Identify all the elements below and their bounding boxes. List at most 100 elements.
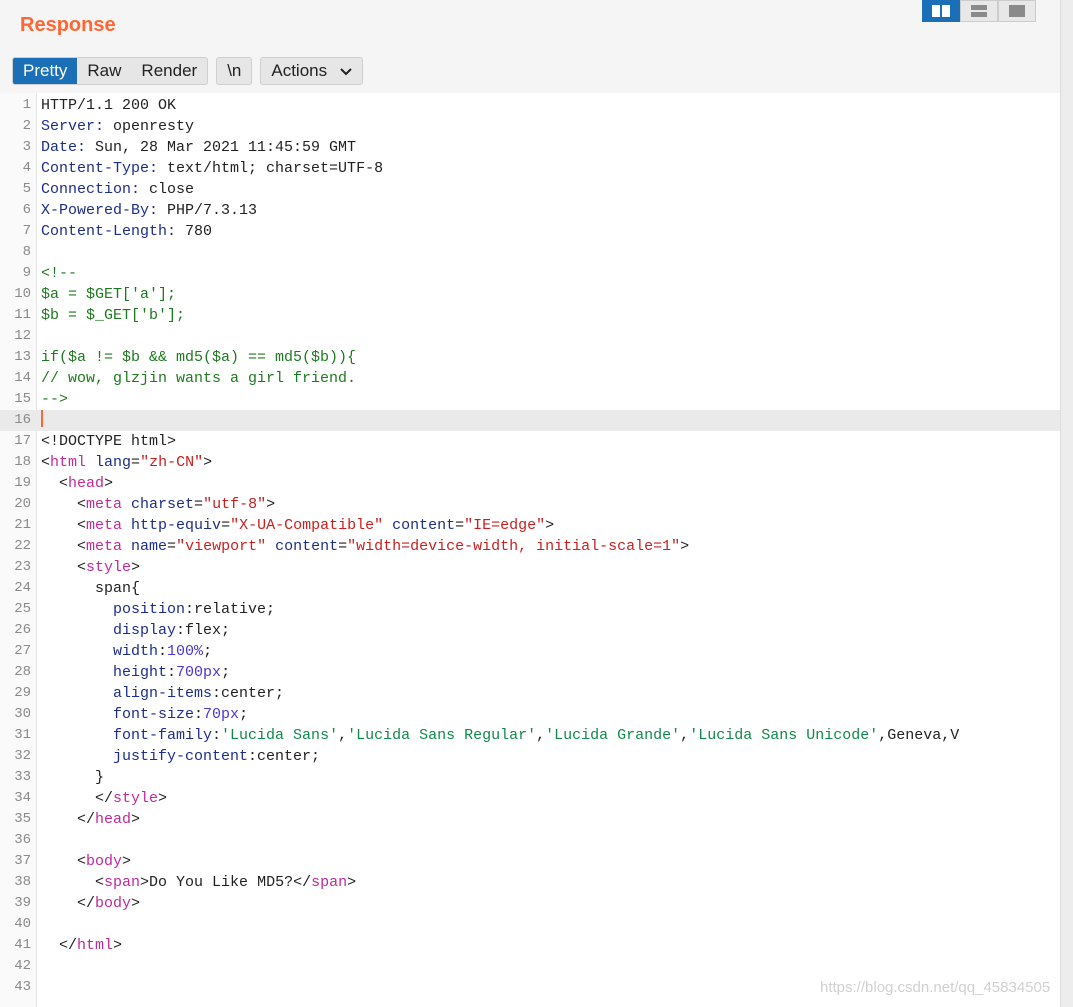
code-token: 780 [176,223,213,240]
code-line[interactable]: 14 // wow, glzjin wants a girl friend. [0,368,1060,389]
code-line[interactable]: 18 <html lang="zh-CN"> [0,452,1060,473]
code-line[interactable]: 28 height:700px; [0,662,1060,683]
code-line[interactable]: 42 [0,956,1060,977]
tab-raw[interactable]: Raw [77,58,131,84]
actions-dropdown[interactable]: Actions [261,58,361,84]
code-line[interactable]: 41 </html> [0,935,1060,956]
code-line[interactable]: 29 align-items:center; [0,683,1060,704]
code-line[interactable]: 1 HTTP/1.1 200 OK [0,95,1060,116]
view-tabs: Pretty Raw Render \n Actions [12,57,371,85]
code-line[interactable]: 6 X-Powered-By: PHP/7.3.13 [0,200,1060,221]
line-number: 11 [14,307,31,323]
code-line[interactable]: 24 span{ [0,578,1060,599]
newline-toggle-button[interactable]: \n [217,58,251,84]
code-token: :center; [212,685,285,702]
code-line[interactable]: 16 [0,410,1060,431]
code-token: height [41,664,168,681]
code-token: > [545,517,555,534]
code-line[interactable]: 21 <meta http-equiv="X-UA-Compatible" co… [0,515,1060,536]
code-line[interactable]: 19 <head> [0,473,1060,494]
line-number: 22 [14,538,31,554]
code-line[interactable]: 5 Connection: close [0,179,1060,200]
code-token: font-family [41,727,213,744]
layout-rows-button[interactable] [960,0,998,22]
line-number: 23 [14,559,31,575]
line-number: 30 [14,706,31,722]
code-line[interactable]: 39 </body> [0,893,1060,914]
response-editor[interactable]: 1 HTTP/1.1 200 OK 2 Server: openresty 3 Date:… [0,93,1060,1007]
code-token: < [41,559,87,576]
code-token: lang [86,454,132,471]
code-token: = [455,517,465,534]
code-token: charset [122,496,195,513]
tab-render[interactable]: Render [131,58,207,84]
code-line[interactable]: 9 <!-- [0,263,1060,284]
code-line[interactable]: 33 } [0,767,1060,788]
code-line[interactable]: 23 <style> [0,557,1060,578]
code-token: Connection: [41,181,141,198]
line-number: 1 [22,97,31,113]
code-line[interactable]: 7 Content-Length: 780 [0,221,1060,242]
code-line[interactable]: 4 Content-Type: text/html; charset=UTF-8 [0,158,1060,179]
code-line[interactable]: 20 <meta charset="utf-8"> [0,494,1060,515]
code-token: 700px [176,664,222,681]
code-line[interactable]: 35 </head> [0,809,1060,830]
code-token: 'Lucida Sans Unicode' [689,727,879,744]
code-token: = [338,538,348,555]
layout-columns-button[interactable] [922,0,960,22]
code-line[interactable]: 13 if($a != $b && md5($a) == md5($b)){ [0,347,1060,368]
line-number: 40 [14,916,31,932]
panel-title: Response [20,14,116,36]
code-token: "IE=edge" [464,517,546,534]
code-line[interactable]: 38 <span>Do You Like MD5?</span> [0,872,1060,893]
layout-switcher [922,0,1036,22]
code-token: Sun, 28 Mar 2021 11:45:59 GMT [86,139,357,156]
code-token: < [41,517,87,534]
line-number: 14 [14,370,31,386]
code-token: = [131,454,141,471]
code-line[interactable]: 8 [0,242,1060,263]
code-line[interactable]: 32 justify-content:center; [0,746,1060,767]
line-number: 20 [14,496,31,512]
code-token: </ [293,874,312,891]
code-text: <span>Do You Like MD5?</span> [41,872,1060,893]
line-number: 16 [14,412,31,428]
code-line[interactable]: 17 <!DOCTYPE html> [0,431,1060,452]
line-number: 36 [14,832,31,848]
code-line[interactable]: 22 <meta name="viewport" content="width=… [0,536,1060,557]
code-token: < [41,538,87,555]
vertical-scrollbar[interactable] [1060,0,1073,1007]
code-line[interactable]: 27 width:100%; [0,641,1060,662]
code-line[interactable]: 36 [0,830,1060,851]
response-header: Response Pretty Raw Render \n Actions [0,0,1060,93]
code-line[interactable]: 34 </style> [0,788,1060,809]
code-line[interactable]: 31 font-family:'Lucida Sans','Lucida San… [0,725,1060,746]
code-line[interactable]: 26 display:flex; [0,620,1060,641]
code-text: } [41,767,1060,788]
code-line[interactable]: 15 --> [0,389,1060,410]
code-line[interactable]: 30 font-size:70px; [0,704,1060,725]
code-line[interactable]: 25 position:relative; [0,599,1060,620]
code-line[interactable]: 2 Server: openresty [0,116,1060,137]
code-line[interactable]: 37 <body> [0,851,1060,872]
text-caret [41,410,43,427]
tab-pretty[interactable]: Pretty [13,58,78,84]
code-text: <meta http-equiv="X-UA-Compatible" conte… [41,515,1060,536]
code-token: > [158,790,168,807]
code-token: font-size [41,706,195,723]
line-number: 33 [14,769,31,785]
code-line[interactable]: 11 $b = $_GET['b']; [0,305,1060,326]
code-token: content [266,538,339,555]
code-line[interactable]: 10 $a = $GET['a']; [0,284,1060,305]
layout-single-button[interactable] [998,0,1036,22]
code-token: display [41,622,177,639]
chevron-down-icon [340,67,352,75]
code-line[interactable]: 40 [0,914,1060,935]
line-number: 37 [14,853,31,869]
code-token: > [131,559,141,576]
code-token: "utf-8" [203,496,267,513]
code-line[interactable]: 12 [0,326,1060,347]
code-text: position:relative; [41,599,1060,620]
code-line[interactable]: 3 Date: Sun, 28 Mar 2021 11:45:59 GMT [0,137,1060,158]
code-text: display:flex; [41,620,1060,641]
